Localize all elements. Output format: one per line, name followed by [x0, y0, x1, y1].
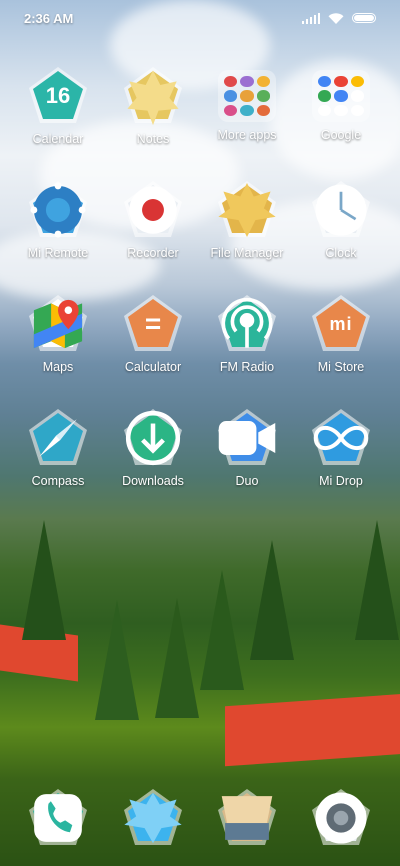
mi-drop-icon — [309, 406, 373, 468]
status-time: 2:36 AM — [24, 10, 74, 26]
dock-messages-leaf[interactable] — [106, 786, 200, 848]
download-icon — [121, 406, 185, 468]
messages-leaf-icon — [121, 786, 185, 848]
calculator-icon: = — [121, 292, 185, 354]
app-label: Mi Remote — [27, 246, 89, 260]
wifi-icon — [328, 12, 344, 24]
dock — [0, 786, 400, 846]
app-label: Notes — [136, 132, 170, 146]
app-label: More apps — [217, 128, 277, 142]
app-compass[interactable]: Compass — [11, 406, 105, 488]
dock-phone[interactable] — [11, 786, 105, 848]
google-folder-icon — [312, 70, 370, 122]
app-label: Maps — [42, 360, 74, 374]
app-mi-remote[interactable]: Mi Remote — [11, 178, 105, 260]
app-duo[interactable]: Duo — [200, 406, 294, 488]
app-label: Duo — [235, 474, 259, 488]
signal-icon — [302, 12, 320, 24]
app-label: Compass — [31, 474, 85, 488]
app-google[interactable]: Google — [294, 64, 388, 142]
recorder-icon — [121, 178, 185, 240]
phone-icon — [26, 786, 90, 848]
app-downloads[interactable]: Downloads — [106, 406, 200, 488]
app-fm-radio[interactable]: FM Radio — [200, 292, 294, 374]
video-call-icon — [215, 406, 279, 468]
status-bar: 2:36 AM — [0, 0, 400, 36]
app-label: Recorder — [127, 246, 179, 260]
app-calendar[interactable]: 16 Calendar — [11, 64, 105, 146]
app-notes[interactable]: Notes — [106, 64, 200, 146]
notes-leaf-icon — [121, 64, 185, 126]
app-clock[interactable]: Clock — [294, 178, 388, 260]
maps-icon — [26, 292, 90, 354]
radio-icon — [215, 292, 279, 354]
app-label: FM Radio — [219, 360, 275, 374]
app-label: Downloads — [122, 474, 184, 488]
browser-icon — [215, 786, 279, 848]
app-label: Mi Store — [317, 360, 365, 374]
app-mi-drop[interactable]: Mi Drop — [294, 406, 388, 488]
app-label: File Manager — [210, 246, 284, 260]
status-icons — [302, 12, 376, 24]
app-mi-store[interactable]: mi Mi Store — [294, 292, 388, 374]
dock-browser[interactable] — [200, 786, 294, 848]
folder-icon — [218, 70, 276, 122]
app-maps[interactable]: Maps — [11, 292, 105, 374]
app-calculator[interactable]: = Calculator — [106, 292, 200, 374]
remote-icon — [26, 178, 90, 240]
app-label: Google — [320, 128, 362, 142]
app-more-apps[interactable]: More apps — [200, 64, 294, 142]
app-label: Mi Drop — [319, 474, 363, 488]
app-file-manager[interactable]: File Manager — [200, 178, 294, 260]
file-manager-icon — [215, 178, 279, 240]
dock-camera[interactable] — [294, 786, 388, 848]
battery-icon — [352, 13, 376, 23]
app-label: Calculator — [124, 360, 182, 374]
camera-icon — [309, 786, 373, 848]
clock-icon — [309, 178, 373, 240]
compass-icon — [26, 406, 90, 468]
mi-store-icon: mi — [309, 292, 373, 354]
calendar-icon: 16 — [26, 64, 90, 126]
app-label: Clock — [325, 246, 357, 260]
app-recorder[interactable]: Recorder — [106, 178, 200, 260]
app-label: Calendar — [32, 132, 84, 146]
